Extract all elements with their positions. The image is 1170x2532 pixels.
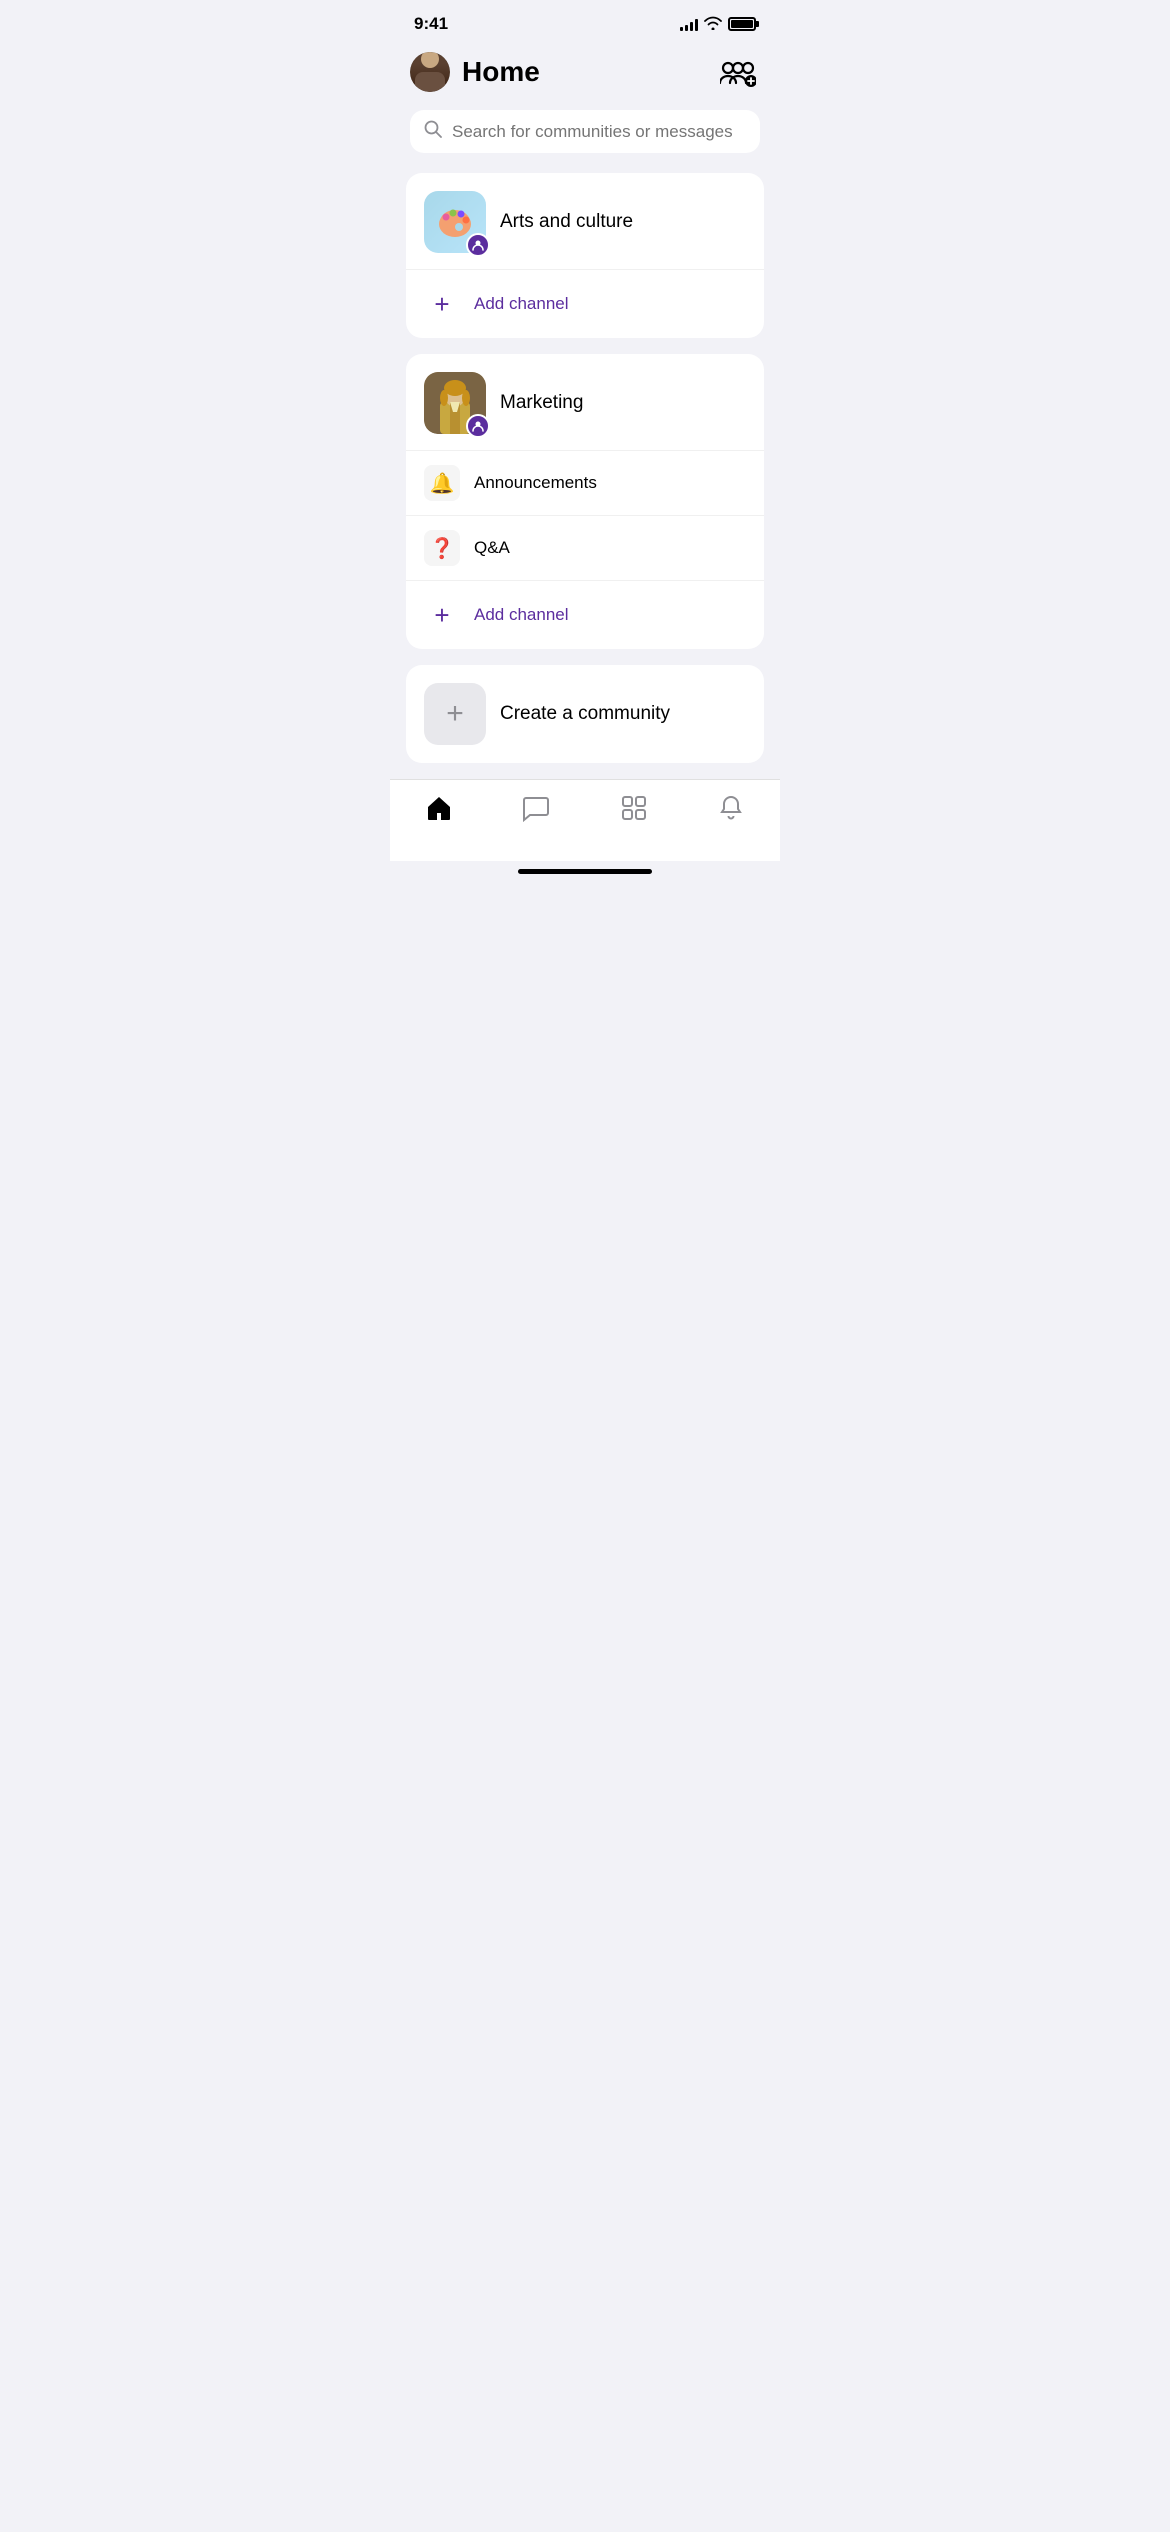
- create-community-icon: +: [424, 683, 486, 745]
- status-bar: 9:41: [390, 0, 780, 42]
- community-name-arts: Arts and culture: [500, 211, 633, 233]
- community-header-arts[interactable]: Arts and culture: [406, 173, 764, 270]
- notifications-nav-icon: [717, 794, 745, 829]
- nav-item-notifications[interactable]: [697, 790, 765, 833]
- home-indicator: [518, 869, 652, 874]
- channel-name-qna: Q&A: [474, 538, 510, 558]
- add-channel-label-arts: Add channel: [474, 294, 569, 314]
- announcements-icon: 🔔: [424, 465, 460, 501]
- qna-icon: ❓: [424, 530, 460, 566]
- signal-icon: [680, 17, 698, 31]
- add-plus-icon-marketing: +: [424, 597, 460, 633]
- search-container: [390, 110, 780, 173]
- wifi-icon: [704, 16, 722, 33]
- nav-item-home[interactable]: [405, 790, 473, 833]
- community-icon-wrap-marketing: [424, 372, 486, 434]
- avatar[interactable]: [410, 52, 450, 92]
- channel-row-announcements[interactable]: 🔔 Announcements: [406, 451, 764, 516]
- add-plus-icon-arts: +: [424, 286, 460, 322]
- search-input[interactable]: [452, 122, 746, 142]
- community-card-arts: Arts and culture + Add channel: [406, 173, 764, 338]
- channel-name-announcements: Announcements: [474, 473, 597, 493]
- community-card-marketing: Marketing 🔔 Announcements ❓ Q&A + Add ch…: [406, 354, 764, 649]
- add-channel-marketing[interactable]: + Add channel: [406, 581, 764, 649]
- communities-nav-icon: [620, 794, 648, 829]
- page-title: Home: [462, 56, 540, 88]
- channel-row-qna[interactable]: ❓ Q&A: [406, 516, 764, 581]
- community-name-marketing: Marketing: [500, 392, 583, 414]
- home-nav-icon: [425, 794, 453, 829]
- add-community-button[interactable]: [716, 50, 760, 94]
- search-icon: [424, 120, 442, 143]
- create-community-label: Create a community: [500, 703, 670, 725]
- battery-icon: [728, 17, 756, 31]
- header: Home: [390, 42, 780, 110]
- bottom-nav: [390, 779, 780, 861]
- status-time: 9:41: [414, 14, 448, 34]
- community-badge-arts: [466, 233, 490, 257]
- main-content: Arts and culture + Add channel: [390, 173, 780, 779]
- community-badge-marketing: [466, 414, 490, 438]
- status-icons: [680, 16, 756, 33]
- header-left: Home: [410, 52, 540, 92]
- create-community-card[interactable]: + Create a community: [406, 665, 764, 763]
- nav-item-messages[interactable]: [502, 790, 570, 833]
- messages-nav-icon: [522, 794, 550, 829]
- search-bar[interactable]: [410, 110, 760, 153]
- community-icon-wrap-arts: [424, 191, 486, 253]
- nav-item-communities[interactable]: [600, 790, 668, 833]
- community-header-marketing[interactable]: Marketing: [406, 354, 764, 451]
- add-channel-arts[interactable]: + Add channel: [406, 270, 764, 338]
- add-channel-label-marketing: Add channel: [474, 605, 569, 625]
